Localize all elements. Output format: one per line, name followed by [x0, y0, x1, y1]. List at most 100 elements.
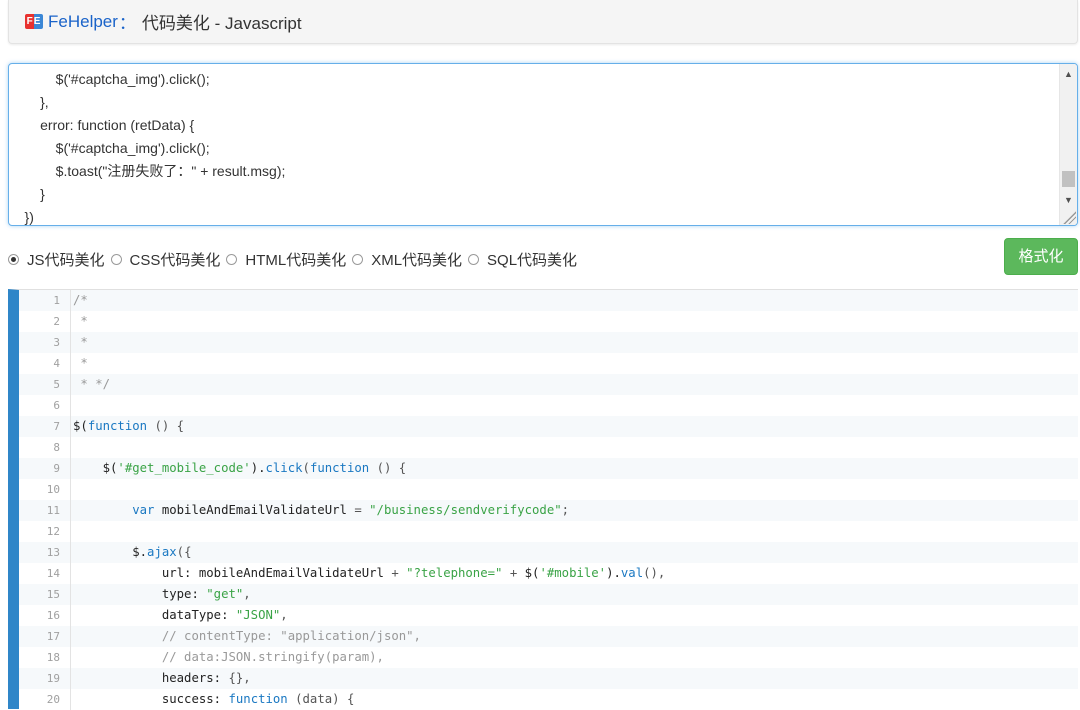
code-line: 6	[19, 395, 1078, 416]
source-line: },	[9, 94, 49, 110]
code-token: "/business/sendverifycode"	[369, 503, 562, 517]
gutter-divider	[70, 500, 71, 521]
code-text: var mobileAndEmailValidateUrl = "/busine…	[73, 500, 569, 521]
scroll-up-arrow-icon[interactable]: ▲	[1060, 66, 1077, 82]
code-token: ).	[606, 566, 621, 580]
gutter-divider	[70, 437, 71, 458]
code-token: $(	[73, 419, 88, 433]
resize-grip-icon[interactable]	[1062, 210, 1076, 224]
radio-button[interactable]	[352, 253, 364, 265]
line-number: 4	[53, 357, 60, 370]
line-number: 10	[46, 483, 60, 496]
code-token: (),	[643, 566, 666, 580]
scroll-down-arrow-icon[interactable]: ▼	[1060, 192, 1077, 208]
gutter-divider	[70, 584, 71, 605]
gutter-divider	[70, 563, 71, 584]
code-line: 8	[19, 437, 1078, 458]
code-text: url: mobileAndEmailValidateUrl + "?telep…	[73, 563, 666, 584]
gutter-divider	[70, 542, 71, 563]
code-line: 20 success: function (data) {	[19, 689, 1078, 710]
option-sql-beautify[interactable]: SQL代码美化	[468, 249, 577, 270]
code-token: ({	[176, 545, 192, 559]
page-title: 代码美化 - Javascript	[141, 14, 302, 33]
code-token: success:	[73, 692, 229, 706]
code-line: 16 dataType: "JSON",	[19, 605, 1078, 626]
gutter-divider	[70, 668, 71, 689]
radio-button[interactable]	[8, 253, 19, 265]
code-token: '#get_mobile_code'	[117, 461, 251, 475]
gutter-divider	[70, 311, 71, 332]
formatted-code-view[interactable]: 1/* 2 * 3 * 4 * 5 * */6 7 $(function () {8 9 $(…	[8, 289, 1078, 710]
code-token: '#mobile'	[539, 566, 607, 580]
brand-name[interactable]: FeHelper	[48, 12, 118, 32]
code-text: // contentType: "application/json",	[73, 626, 421, 647]
line-number: 20	[46, 693, 60, 706]
option-html-beautify[interactable]: HTML代码美化	[226, 249, 346, 270]
source-line: error: function (retData) {	[9, 117, 195, 133]
line-number: 9	[53, 462, 60, 475]
code-token: // contentType: "application/json",	[73, 629, 421, 643]
code-token: function	[87, 419, 148, 433]
code-text: type: "get",	[73, 584, 251, 605]
code-line: 12	[19, 521, 1078, 542]
line-number: 7	[53, 420, 60, 433]
app-header: FE FeHelper ： 代码美化 - Javascript	[8, 0, 1078, 44]
code-line: 18 // data:JSON.stringify(param),	[19, 647, 1078, 668]
code-text: $(function () {	[73, 416, 184, 437]
code-line: 14 url: mobileAndEmailValidateUrl + "?te…	[19, 563, 1078, 584]
line-number: 11	[46, 504, 60, 517]
gutter-divider	[70, 605, 71, 626]
format-button[interactable]: 格式化	[1004, 238, 1078, 275]
code-token: =	[354, 503, 370, 517]
code-line: 1 /*	[19, 290, 1078, 311]
code-token: +	[391, 566, 407, 580]
code-token: ;	[561, 503, 570, 517]
code-token: type:	[73, 587, 207, 601]
option-css-beautify[interactable]: CSS代码美化	[110, 249, 221, 270]
radio-button[interactable]	[110, 253, 122, 265]
code-token: dataType:	[73, 608, 236, 622]
radio-button[interactable]	[226, 253, 238, 265]
gutter-divider	[70, 689, 71, 710]
gutter-divider	[70, 374, 71, 395]
code-line: 5 * */	[19, 374, 1078, 395]
gutter-divider	[70, 521, 71, 542]
code-token: (	[302, 461, 310, 475]
textarea-scrollbar[interactable]: ▲ ▼	[1059, 64, 1077, 225]
source-line: $('#captcha_img').click();	[9, 71, 210, 87]
code-token: url: mobileAndEmailValidateUrl	[73, 566, 392, 580]
gutter-divider	[70, 290, 71, 311]
line-number: 13	[46, 546, 60, 559]
option-xml-beautify[interactable]: XML代码美化	[352, 249, 462, 270]
code-token: ).	[250, 461, 266, 475]
code-token: var	[73, 503, 155, 517]
code-token: () {	[369, 461, 407, 475]
line-number: 5	[53, 378, 60, 391]
gutter-divider	[70, 458, 71, 479]
code-text: $.ajax({	[73, 542, 191, 563]
code-token: * */	[73, 377, 111, 391]
gutter-divider	[70, 416, 71, 437]
line-number: 6	[53, 399, 60, 412]
source-line: $.toast("注册失败了：" + result.msg);	[9, 163, 286, 179]
code-token: "get"	[206, 587, 244, 601]
scrollbar-thumb[interactable]	[1062, 171, 1075, 187]
source-code-textarea[interactable]: $('#captcha_img').click(); }, error: fun…	[8, 63, 1078, 226]
code-text: /*	[73, 290, 88, 311]
line-number: 14	[46, 567, 60, 580]
source-line: $('#captcha_img').click();	[9, 140, 210, 156]
source-code-text: $('#captcha_img').click(); }, error: fun…	[9, 68, 1057, 225]
option-label: CSS代码美化	[129, 251, 221, 269]
code-token: "?telephone="	[406, 566, 503, 580]
code-token: /*	[73, 293, 88, 307]
code-token: ajax	[147, 545, 177, 559]
code-line: 17 // contentType: "application/json",	[19, 626, 1078, 647]
option-js-beautify[interactable]: JS代码美化	[8, 249, 105, 270]
radio-button[interactable]	[468, 253, 480, 265]
code-token: *	[73, 356, 88, 370]
line-number: 1	[53, 294, 60, 307]
line-number: 19	[46, 672, 60, 685]
gutter-divider	[70, 332, 71, 353]
code-token: {},	[228, 671, 251, 685]
code-line: 4 *	[19, 353, 1078, 374]
